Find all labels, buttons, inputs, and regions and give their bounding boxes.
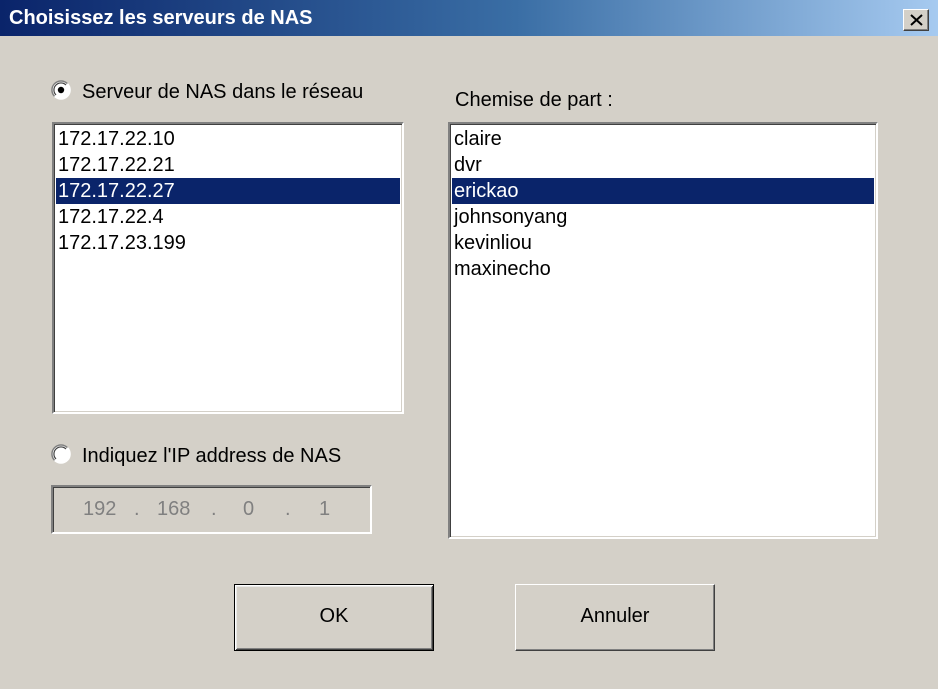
radio-network-label: Serveur de NAS dans le réseau — [82, 81, 364, 103]
ip-separator-2: . — [211, 498, 217, 520]
radio-checked-icon[interactable] — [51, 80, 71, 100]
list-item[interactable]: 172.17.22.27 — [56, 178, 400, 204]
ip-separator-3: . — [285, 498, 291, 520]
list-item[interactable]: erickao — [452, 178, 874, 204]
list-item[interactable]: claire — [452, 126, 874, 152]
list-item[interactable]: kevinliou — [452, 230, 874, 256]
list-item[interactable]: johnsonyang — [452, 204, 874, 230]
list-item[interactable]: maxinecho — [452, 256, 874, 282]
list-item[interactable]: 172.17.22.4 — [56, 204, 400, 230]
shared-folder-label: Chemise de part : — [455, 89, 613, 111]
ip-octet-2: 168 — [157, 498, 191, 520]
ok-button[interactable]: OK — [234, 584, 434, 651]
folder-listbox[interactable]: claire dvr erickao johnsonyang kevinliou maxi… — [448, 122, 878, 539]
list-item[interactable]: 172.17.22.10 — [56, 126, 400, 152]
folder-list-items: claire dvr erickao johnsonyang kevinliou maxi… — [452, 126, 874, 282]
list-item[interactable]: dvr — [452, 152, 874, 178]
cancel-button[interactable]: Annuler — [515, 584, 715, 651]
list-item[interactable]: 172.17.22.21 — [56, 152, 400, 178]
server-list-items: 172.17.22.10 172.17.22.21 172.17.22.27 172.… — [56, 126, 400, 256]
radio-ip-label: Indiquez l'IP address de NAS — [82, 445, 342, 467]
nas-server-dialog: Choisissez les serveurs de NAS Serveur d… — [0, 0, 938, 689]
ip-octet-3: 0 — [243, 498, 255, 520]
ip-address-field[interactable]: 192 . 168 . 0 . 1 — [51, 485, 372, 534]
close-icon — [910, 14, 923, 26]
close-button[interactable] — [903, 9, 929, 31]
ip-separator-1: . — [134, 498, 140, 520]
ip-octet-1: 192 — [83, 498, 117, 520]
title-bar: Choisissez les serveurs de NAS — [0, 0, 938, 36]
window-title: Choisissez les serveurs de NAS — [9, 7, 313, 29]
server-listbox[interactable]: 172.17.22.10 172.17.22.21 172.17.22.27 172.… — [52, 122, 404, 414]
list-item[interactable]: 172.17.23.199 — [56, 230, 400, 256]
radio-unchecked-icon[interactable] — [51, 444, 71, 464]
ip-octet-4: 1 — [319, 498, 331, 520]
